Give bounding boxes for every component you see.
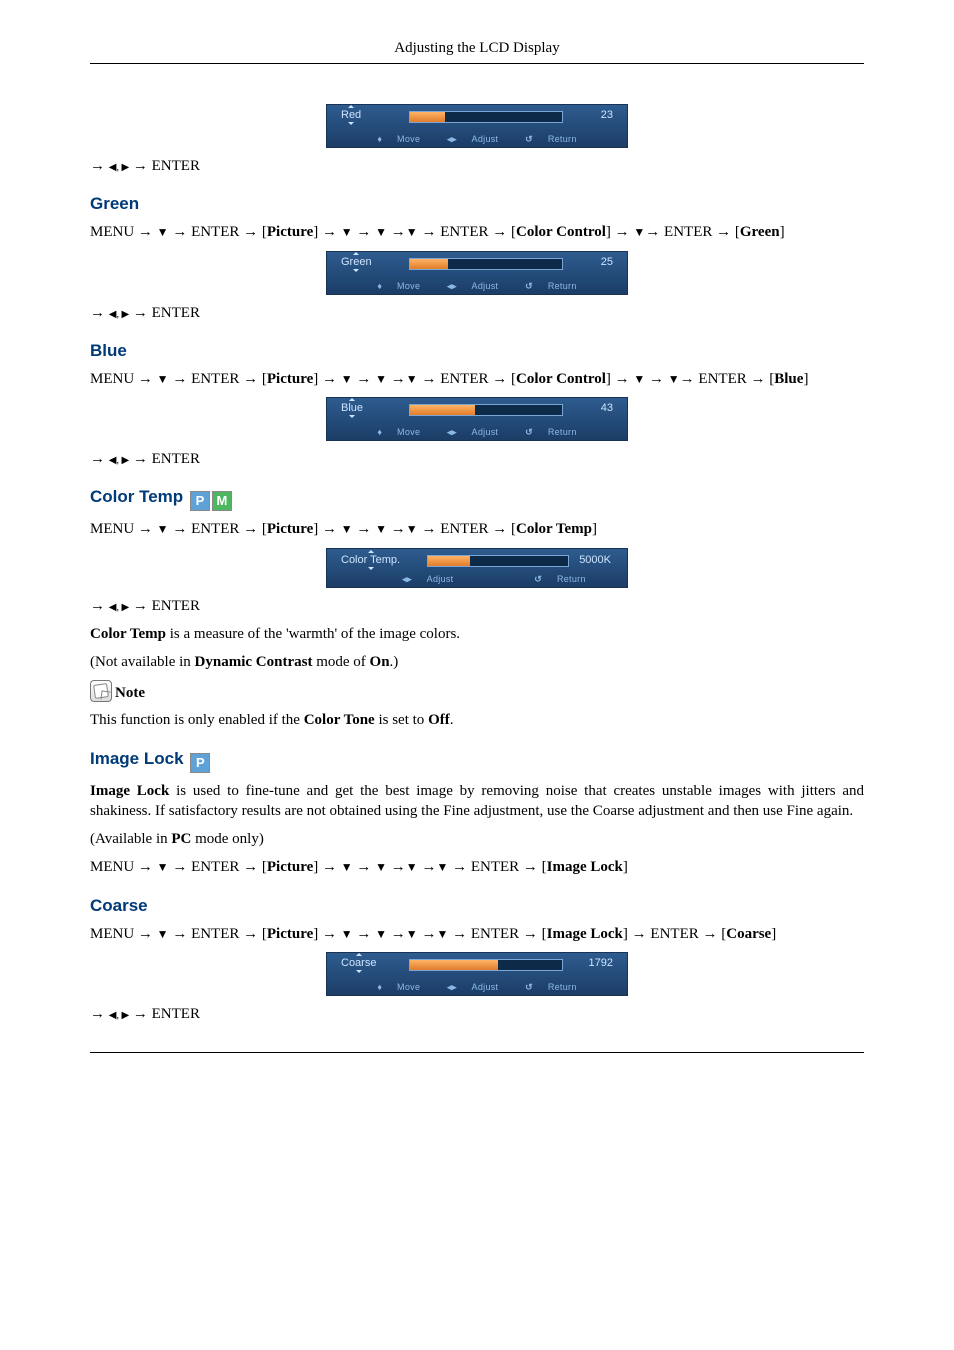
note-label: Note <box>115 685 145 701</box>
osd-temp-bar <box>427 555 569 567</box>
osd-hints: ♦ Move ◂▸ Adjust ↺ Return <box>327 134 627 145</box>
osd-hints: ♦ Move ◂▸ Adjust ↺ Return <box>327 427 627 438</box>
nav-coarse: MENU → ▼ → ENTER → [Picture] → ▼ → ▼ →▼ … <box>90 924 864 944</box>
osd-coarse: Coarse 1792 ♦ Move ◂▸ Adjust ↺ Return <box>326 952 628 996</box>
osd-coarse-fill <box>410 960 498 970</box>
nav-red-final: → ◀, ▶ → ENTER <box>90 156 864 176</box>
osd-green-value: 25 <box>601 256 613 268</box>
image-lock-desc: Image Lock is used to fine-tune and get … <box>90 781 864 822</box>
section-title-image-lock: Image Lock P <box>90 749 864 773</box>
color-temp-desc: Color Temp is a measure of the 'warmth' … <box>90 624 864 644</box>
osd-green-fill <box>410 259 448 269</box>
nav-temp-final: → ◀, ▶ → ENTER <box>90 596 864 616</box>
nav-color-temp: MENU → ▼ → ENTER → [Picture] → ▼ → ▼ →▼ … <box>90 519 864 539</box>
note-icon <box>90 680 112 702</box>
return-icon: ↺ <box>525 134 533 144</box>
return-icon: ↺ <box>525 427 533 437</box>
section-title-color-temp: Color Temp PM <box>90 487 864 511</box>
osd-coarse-bar <box>409 959 563 971</box>
section-title-coarse: Coarse <box>90 896 864 916</box>
color-temp-note-body: This function is only enabled if the Col… <box>90 710 864 730</box>
osd-temp-fill <box>428 556 470 566</box>
return-icon: ↺ <box>525 982 533 992</box>
osd-green-bar <box>409 258 563 270</box>
nav-blue: MENU → ▼ → ENTER → [Picture] → ▼ → ▼ →▼ … <box>90 369 864 389</box>
osd-coarse-value: 1792 <box>589 957 613 969</box>
adjust-icon: ◂▸ <box>402 574 412 584</box>
move-icon: ♦ <box>377 982 382 992</box>
color-temp-not-avail: (Not available in Dynamic Contrast mode … <box>90 652 864 672</box>
osd-blue-label: Blue <box>341 402 363 414</box>
osd-blue-fill <box>410 405 475 415</box>
osd-red-bar <box>409 111 563 123</box>
adjust-icon: ◂▸ <box>447 281 457 291</box>
section-title-green: Green <box>90 194 864 214</box>
nav-green-final: → ◀, ▶ → ENTER <box>90 303 864 323</box>
osd-hints: ♦ Move ◂▸ Adjust ↺ Return <box>327 281 627 292</box>
p-mode-icon: P <box>190 491 210 511</box>
return-icon: ↺ <box>525 281 533 291</box>
osd-hints: ♦ Move ◂▸ Adjust ↺ Return <box>327 982 627 993</box>
section-title-blue: Blue <box>90 341 864 361</box>
adjust-icon: ◂▸ <box>447 427 457 437</box>
osd-coarse-label: Coarse <box>341 957 376 969</box>
nav-image-lock: MENU → ▼ → ENTER → [Picture] → ▼ → ▼ →▼ … <box>90 857 864 877</box>
return-icon: ↺ <box>534 574 542 584</box>
footer-rule <box>90 1052 864 1053</box>
move-icon: ♦ <box>377 281 382 291</box>
nav-coarse-final: → ◀, ▶ → ENTER <box>90 1004 864 1024</box>
osd-temp-label: Color Temp. <box>341 554 400 566</box>
adjust-icon: ◂▸ <box>447 134 457 144</box>
image-lock-pc-only: (Available in PC mode only) <box>90 829 864 849</box>
nav-blue-final: → ◀, ▶ → ENTER <box>90 449 864 469</box>
osd-blue: Blue 43 ♦ Move ◂▸ Adjust ↺ Return <box>326 397 628 441</box>
adjust-icon: ◂▸ <box>447 982 457 992</box>
note-row: Note <box>90 680 864 702</box>
osd-hints: ◂▸ Adjust ↺ Return <box>327 574 627 585</box>
move-icon: ♦ <box>377 427 382 437</box>
move-icon: ♦ <box>377 134 382 144</box>
m-mode-icon: M <box>212 491 232 511</box>
nav-green: MENU → ▼ → ENTER → [Picture] → ▼ → ▼ →▼ … <box>90 222 864 242</box>
osd-red-label: Red <box>341 109 361 121</box>
osd-red: Red 23 ♦ Move ◂▸ Adjust ↺ Return <box>326 104 628 148</box>
osd-green: Green 25 ♦ Move ◂▸ Adjust ↺ Return <box>326 251 628 295</box>
osd-blue-bar <box>409 404 563 416</box>
osd-red-value: 23 <box>601 109 613 121</box>
page-header: Adjusting the LCD Display <box>90 40 864 64</box>
osd-red-fill <box>410 112 445 122</box>
osd-green-label: Green <box>341 256 372 268</box>
osd-blue-value: 43 <box>601 402 613 414</box>
osd-color-temp: Color Temp. 5000K ◂▸ Adjust ↺ Return <box>326 548 628 588</box>
osd-temp-value: 5000K <box>579 554 611 566</box>
p-mode-icon: P <box>190 753 210 773</box>
